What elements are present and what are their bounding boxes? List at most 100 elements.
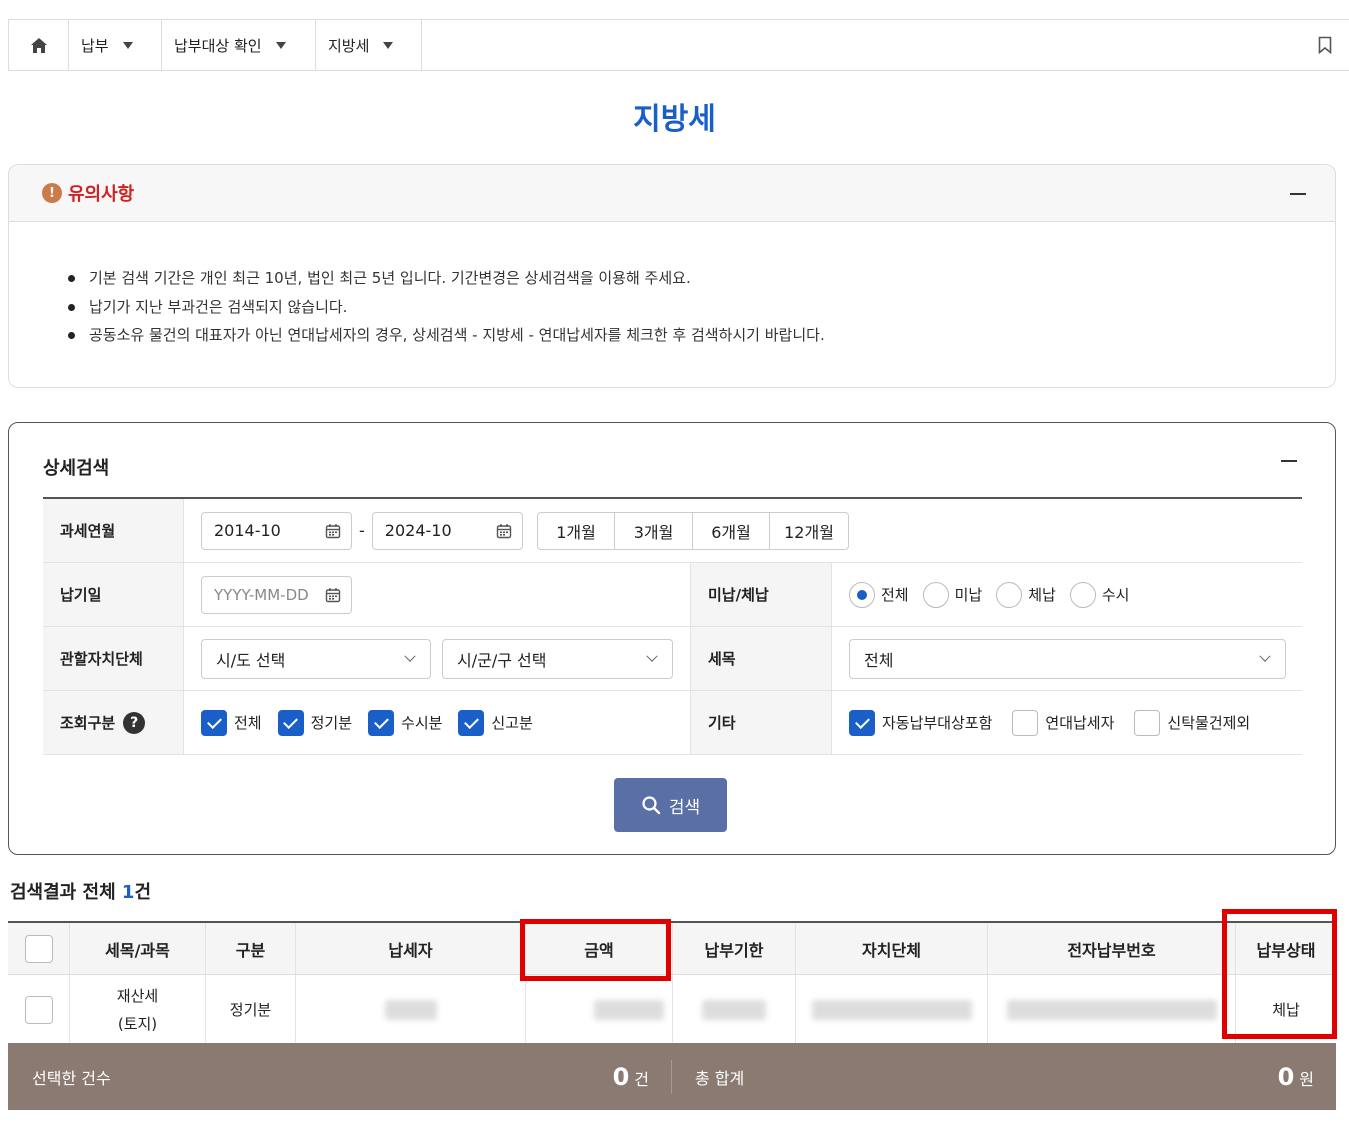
- nav-item-local-tax[interactable]: 지방세: [316, 20, 422, 70]
- total-label: 총 합계: [695, 1068, 745, 1088]
- checkbox-joint-taxpayer[interactable]: 연대납세자: [1012, 709, 1114, 736]
- checkbox-checked-icon[interactable]: [458, 709, 485, 736]
- selected-count-value: 0: [612, 1062, 630, 1091]
- collapse-icon[interactable]: [1281, 460, 1297, 462]
- end-month-input[interactable]: 2024-10: [371, 511, 523, 550]
- due-date-cell: [673, 975, 796, 1044]
- government-cell: [796, 975, 988, 1044]
- column-header: 납부기한: [673, 923, 796, 974]
- column-header: 전자납부번호: [988, 923, 1236, 974]
- calendar-icon[interactable]: [325, 523, 341, 539]
- row-select-cell: [8, 975, 70, 1044]
- date-separator: -: [359, 521, 365, 540]
- chevron-down-icon: [646, 650, 658, 662]
- selected-count-label: 선택한 건수: [32, 1068, 111, 1088]
- end-month-value: 2024-10: [384, 521, 452, 540]
- chevron-down-icon: [404, 650, 416, 662]
- checkbox-label: 신탁물건제외: [1167, 714, 1251, 732]
- results-table: 세목/과목 구분 납세자 금액 납부기한 자치단체 전자납부번호 납부상태 재산…: [8, 921, 1336, 1045]
- start-month-value: 2014-10: [214, 521, 281, 540]
- e-payment-number-cell: [988, 975, 1236, 1044]
- taxpayer-cell: [296, 975, 526, 1044]
- warning-icon: !: [42, 183, 62, 203]
- sido-select[interactable]: 시/도 선택: [201, 638, 431, 679]
- checkbox-query-all[interactable]: 전체: [201, 709, 262, 736]
- select-all-checkbox[interactable]: [24, 934, 53, 963]
- highlight-box-status: [1222, 909, 1337, 1039]
- checkbox-exclude-trust[interactable]: 신탁물건제외: [1134, 709, 1251, 736]
- selected-count-unit: 건: [634, 1069, 649, 1089]
- checkbox-checked-icon[interactable]: [201, 709, 227, 736]
- tax-item-select[interactable]: 전체: [849, 638, 1286, 679]
- results-title-prefix: 검색결과 전체: [10, 882, 122, 903]
- radio-icon[interactable]: [996, 581, 1023, 608]
- detail-search-panel: 상세검색 과세연월 2014-10 - 2024-10 1개월 3개월 6개월: [8, 422, 1336, 855]
- tax-item-text: 재산세: [116, 986, 159, 1005]
- radio-occasional[interactable]: 수시: [1069, 581, 1130, 608]
- notice-item: 공동소유 물건의 대표자가 아닌 연대납세자의 경우, 상세검색 - 지방세 -…: [67, 321, 1335, 350]
- period-label: 과세연월: [43, 499, 184, 562]
- caret-down-icon: [275, 41, 286, 49]
- checkbox-auto-payment[interactable]: 자동납부대상포함: [849, 709, 993, 736]
- table-row[interactable]: 재산세 (토지) 정기분 체납: [8, 975, 1336, 1045]
- checkbox-checked-icon[interactable]: [277, 709, 304, 736]
- checkbox-icon[interactable]: [1012, 709, 1039, 736]
- range-6month-button[interactable]: 6개월: [693, 512, 771, 549]
- notice-item: 납기가 지난 부과건은 검색되지 않습니다.: [67, 293, 1335, 322]
- radio-label: 수시: [1101, 586, 1130, 604]
- query-type-text: 조회구분: [60, 714, 116, 732]
- search-button[interactable]: 검색: [614, 778, 727, 832]
- radio-all[interactable]: 전체: [849, 581, 909, 608]
- help-icon[interactable]: ?: [123, 711, 146, 734]
- search-form: 과세연월 2014-10 - 2024-10 1개월 3개월 6개월 12개월: [43, 497, 1302, 755]
- redacted-text: [384, 999, 437, 1020]
- summary-bar: 선택한 건수 0건 총 합계 0원: [8, 1043, 1336, 1110]
- calendar-icon[interactable]: [325, 587, 341, 603]
- tax-item-label: 세목: [691, 627, 832, 690]
- nav-item-payment[interactable]: 납부: [69, 20, 162, 70]
- nav-item-payment-target[interactable]: 납부대상 확인: [162, 20, 316, 70]
- nav-item-label: 납부: [81, 36, 109, 55]
- checkbox-label: 자동납부대상포함: [882, 714, 993, 732]
- notice-panel: ! 유의사항 기본 검색 기간은 개인 최근 10년, 법인 최근 5년 입니다…: [8, 164, 1336, 388]
- redacted-text: [702, 999, 766, 1020]
- start-month-input[interactable]: 2014-10: [201, 511, 352, 550]
- checkbox-query-regular[interactable]: 정기분: [277, 709, 353, 736]
- calendar-icon[interactable]: [496, 523, 512, 539]
- column-header: 납세자: [296, 923, 526, 974]
- radio-overdue[interactable]: 체납: [996, 581, 1056, 608]
- redacted-text: [811, 999, 972, 1020]
- query-type-label: 조회구분?: [43, 691, 184, 754]
- sigungu-select[interactable]: 시/군/구 선택: [442, 638, 673, 679]
- highlight-box-amount: [520, 919, 671, 981]
- results-title: 검색결과 전체 1건: [10, 878, 151, 904]
- row-checkbox[interactable]: [24, 995, 53, 1024]
- range-3month-button[interactable]: 3개월: [615, 512, 693, 549]
- home-button[interactable]: [8, 20, 69, 70]
- radio-label: 체납: [1028, 586, 1056, 604]
- checkbox-checked-icon[interactable]: [368, 709, 395, 736]
- tax-item-value: 전체: [864, 650, 894, 670]
- column-header: 구분: [206, 923, 296, 974]
- radio-selected-icon[interactable]: [849, 581, 875, 608]
- notice-header[interactable]: ! 유의사항: [9, 165, 1335, 222]
- range-1month-button[interactable]: 1개월: [538, 512, 616, 549]
- search-button-label: 검색: [668, 797, 701, 818]
- checkbox-checked-icon[interactable]: [849, 709, 875, 736]
- redacted-text: [594, 999, 664, 1020]
- checkbox-label: 정기분: [310, 714, 353, 732]
- checkbox-icon[interactable]: [1134, 709, 1161, 736]
- checkbox-query-occasional[interactable]: 수시분: [368, 709, 442, 736]
- due-date-input[interactable]: YYYY-MM-DD: [201, 575, 352, 614]
- due-date-label: 납기일: [43, 563, 184, 626]
- page-title: 지방세: [633, 102, 716, 137]
- amount-cell: [526, 975, 673, 1044]
- radio-icon[interactable]: [1069, 581, 1096, 608]
- radio-unpaid[interactable]: 미납: [922, 581, 982, 608]
- checkbox-query-report[interactable]: 신고분: [458, 709, 533, 736]
- bookmark-button[interactable]: [1318, 36, 1332, 58]
- collapse-icon[interactable]: [1290, 193, 1306, 195]
- range-12month-button[interactable]: 12개월: [770, 513, 848, 549]
- radio-icon[interactable]: [922, 581, 949, 608]
- notice-item: 기본 검색 기간은 개인 최근 10년, 법인 최근 5년 입니다. 기간변경은…: [67, 264, 1335, 293]
